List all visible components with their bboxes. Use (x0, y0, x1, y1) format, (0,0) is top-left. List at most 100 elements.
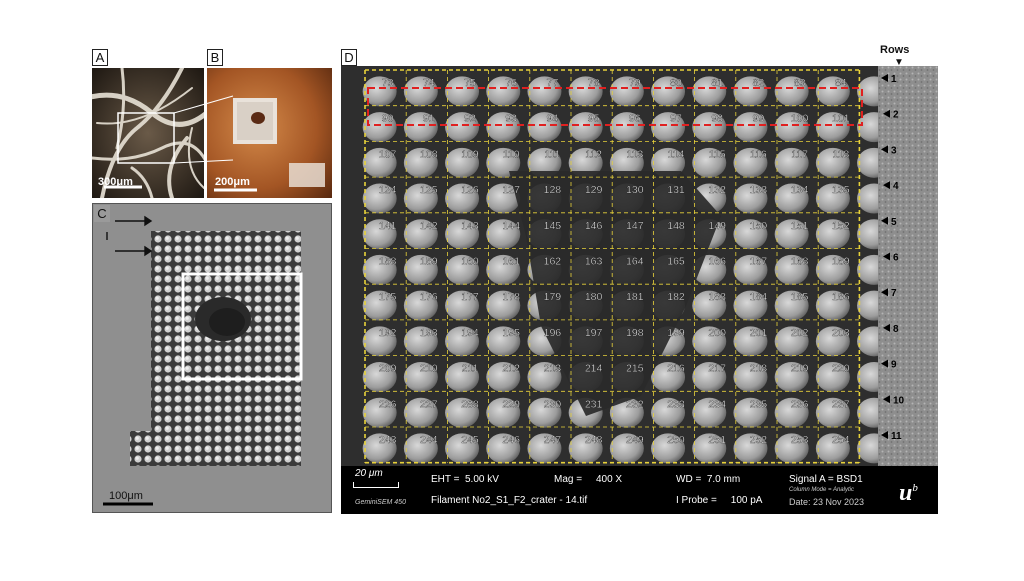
grid-cell-label: 145 (544, 220, 562, 232)
sem-eht: EHT = 5.00 kV (431, 474, 499, 485)
grid-cell-label: 181 (626, 291, 644, 303)
sem-instrument: GeminiSEM 450 (355, 499, 406, 506)
rows-title: Rows (880, 44, 910, 56)
grid-cell-label: 244 (420, 434, 438, 446)
grid-cell-label: 114 (668, 148, 685, 160)
grid-cell-label: 130 (626, 184, 644, 196)
grid-cell-label: 165 (667, 256, 685, 268)
panel-a-image: 300μm (92, 68, 204, 198)
grid-cell-label: 146 (585, 220, 603, 232)
sem-signal: Signal A = BSD1 (789, 474, 863, 485)
grid-cell-label: 133 (750, 184, 768, 196)
grid-cell-label: 245 (461, 434, 479, 446)
row-marker-number: 3 (891, 145, 897, 156)
grid-cell-label: 134 (791, 184, 809, 196)
grid-cell-label: 169 (832, 256, 850, 268)
grid-cell-label: 233 (667, 398, 685, 410)
grid-cell-label: 164 (626, 256, 644, 268)
grid-cell-label: 210 (420, 363, 438, 375)
grid-cell-label: 90 (382, 113, 394, 125)
grid-cell-label: 116 (750, 148, 767, 160)
panel-c-image: C 100μm (92, 203, 332, 513)
grid-cell-label: 124 (379, 184, 397, 196)
grid-cell-label: 148 (667, 220, 685, 232)
sem-column-mode: Column Mode = Analytic (789, 487, 854, 493)
grid-cell-label: 209 (379, 363, 397, 375)
sem-filename: Filament No2_S1_F2_crater - 14.tif (431, 495, 588, 506)
grid-cell-label: 109 (461, 148, 479, 160)
grid-cell-label: 194 (461, 327, 479, 339)
grid-cell-label: 127 (502, 184, 520, 196)
grid-cell-label: 107 (379, 148, 397, 160)
grid-cell-label: 220 (832, 363, 850, 375)
sem-info-bar: 20 μm GeminiSEM 450 EHT = 5.00 kV Mag = … (341, 466, 938, 514)
grid-cell-label: 288 (461, 398, 479, 410)
grid-cell-label: 184 (750, 291, 768, 303)
sem-wd: WD = 7.0 mm (676, 474, 741, 485)
grid-cell-label: 247 (544, 434, 562, 446)
grid-cell-label: 250 (667, 434, 685, 446)
row-marker-number: 5 (891, 217, 897, 228)
grid-cell-label: 95 (588, 113, 600, 125)
grid-cell-label: 218 (750, 363, 768, 375)
grid-cell-label: 237 (832, 398, 850, 410)
grid-cell-label: 166 (708, 256, 726, 268)
panel-d-label: D (341, 49, 357, 66)
grid-cell-label: 179 (544, 291, 562, 303)
grid-cell-label: 216 (667, 363, 685, 375)
panel-c-scale: 100μm (109, 490, 143, 502)
grid-cell-label: 152 (832, 220, 850, 232)
grid-cell-label: 196 (544, 327, 562, 339)
grid-cell-label: 198 (626, 327, 644, 339)
grid-cell-label: 94 (547, 113, 559, 125)
grid-cell-label: 235 (750, 398, 768, 410)
university-logo: ub (899, 480, 918, 507)
grid-cell-label: 125 (420, 184, 438, 196)
grid-cell-label: 252 (750, 434, 768, 446)
grid-cell-label: 251 (708, 434, 726, 446)
grid-cell-label: 249 (626, 434, 644, 446)
sem-scale-label: 20 μm (355, 468, 383, 479)
grid-cell-label: 167 (750, 256, 768, 268)
grid-cell-label: 128 (544, 184, 562, 196)
sem-scale-bar (353, 482, 399, 488)
logo-letter: u (899, 480, 913, 506)
row-marker-number: 4 (893, 181, 899, 192)
sem-date: Date: 23 Nov 2023 (789, 497, 865, 507)
grid-cell-label: 98 (711, 113, 723, 125)
grid-cell-label: 126 (461, 184, 479, 196)
grid-cell-label: 203 (832, 327, 850, 339)
grid-cell-label: 93 (505, 113, 517, 125)
grid-cell-label: 108 (420, 148, 438, 160)
grid-cell-label: 201 (750, 327, 768, 339)
panel-d-image: 73 74 75 76 77 78 79 80 81 82 83 84 90 91 92 93 94 95 96 97… (341, 66, 938, 514)
grid-cell-label: 248 (585, 434, 603, 446)
grid-cell-label: 176 (420, 291, 438, 303)
grid-cell-label: 99 (753, 113, 765, 125)
grid-cell-label: 113 (626, 148, 643, 160)
row-marker-number: 1 (891, 74, 897, 85)
panel-b-image: 200μm (207, 68, 332, 198)
grid-cell-label: 101 (832, 113, 850, 125)
grid-cell-label: 162 (544, 256, 562, 268)
sem-mag: Mag = 400 X (554, 474, 623, 485)
panel-c-label: C (94, 205, 110, 222)
grid-cell-label: 158 (379, 256, 397, 268)
grid-cell-label: 215 (626, 363, 644, 375)
grid-cell-label: 168 (791, 256, 809, 268)
grid-cell-label: 142 (420, 220, 438, 232)
grid-cell-label: 234 (708, 398, 726, 410)
grid-cell-label: 246 (502, 434, 520, 446)
grid-cell-label: 149 (708, 220, 726, 232)
grid-cell-label: 177 (461, 291, 479, 303)
grid-cell-label: 96 (629, 113, 641, 125)
grid-cell-label: 211 (462, 363, 479, 375)
grid-cell-label: 100 (791, 113, 809, 125)
grid-cell-label: 195 (502, 327, 520, 339)
panel-b-label: B (207, 49, 223, 66)
grid-cell-label: 159 (420, 256, 438, 268)
grid-cell-label: 97 (670, 113, 682, 125)
grid-cell-label: 144 (502, 220, 520, 232)
grid-cell-label: 229 (502, 398, 520, 410)
grid-cell-label: 186 (832, 291, 850, 303)
